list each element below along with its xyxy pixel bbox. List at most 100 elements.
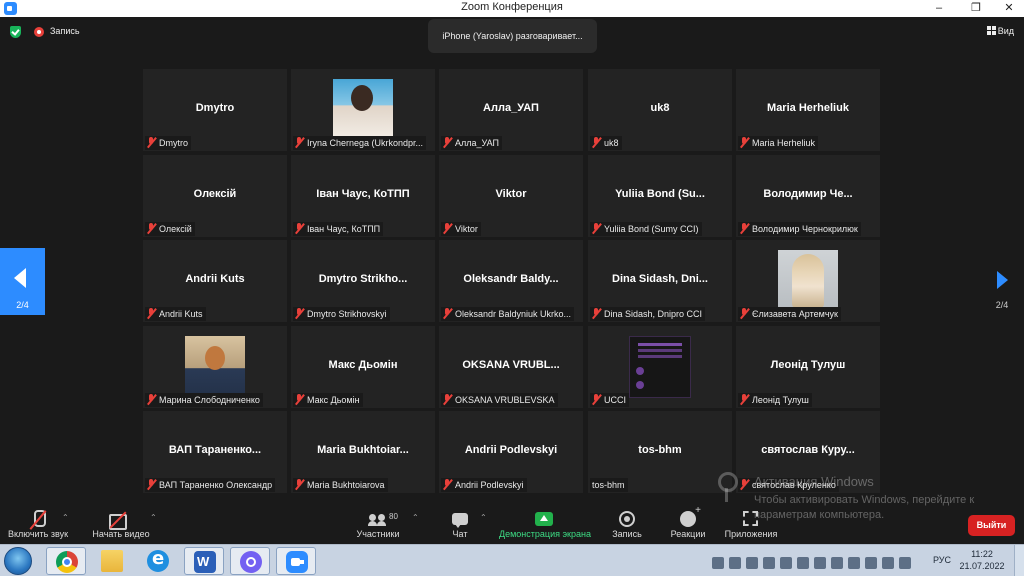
participant-tile[interactable]: Dmytro Strikho... Dmytro Strikhovskyi [291,240,435,322]
recording-icon[interactable] [34,27,44,37]
encryption-shield-icon[interactable] [10,26,21,38]
start-button[interactable] [4,547,32,575]
mic-muted-icon [592,223,601,234]
participant-tile[interactable]: Марина Слободниченко [143,326,287,408]
audio-options-caret-icon[interactable]: ⌃ [62,513,69,522]
show-desktop-button[interactable] [1014,545,1024,576]
zoom-icon [286,551,308,573]
tray-app-icon[interactable] [831,556,843,569]
tray-app-icon[interactable] [865,556,877,569]
maximize-button[interactable]: ❐ [961,0,991,17]
minimize-button[interactable]: – [924,0,954,17]
next-page-button[interactable]: 2/4 [984,262,1020,317]
participant-display-name: ВАП Тараненко... [168,444,262,456]
participant-name: Володимир Чернокрилюк [752,224,858,234]
language-indicator[interactable]: РУС [933,555,951,565]
tray-app-icon[interactable] [746,556,758,569]
tray-app-icon[interactable] [848,556,860,569]
tray-app-icon[interactable] [797,556,809,569]
participant-tile[interactable]: Maria Herheliuk Maria Herheliuk [736,69,880,151]
participant-tile[interactable]: Макс Дьомін Макс Дьомін [291,326,435,408]
taskbar-explorer[interactable] [92,547,132,575]
participant-tile[interactable]: Oleksandr Baldy... Oleksandr Baldyniuk Uk… [439,240,583,322]
participant-tile[interactable]: Володимир Че... Володимир Чернокрилюк [736,155,880,237]
participant-tile[interactable]: Maria Bukhtoiar... Maria Bukhtoiarova [291,411,435,493]
mic-muted-icon [740,394,749,405]
participant-tile[interactable]: Dina Sidash, Dni... Dina Sidash, Dnipro C… [588,240,732,322]
leave-button[interactable]: Выйти [968,515,1015,536]
participant-name-label: Володимир Чернокрилюк [738,222,861,236]
reactions-icon [680,505,701,527]
record-label: Запись [612,529,642,539]
chat-options-caret-icon[interactable]: ⌃ [480,513,487,522]
previous-page-button[interactable]: 2/4 [0,248,45,315]
participant-tile[interactable]: ВАП Тараненко... ВАП Тараненко Олександр [143,411,287,493]
participant-name-label: ВАП Тараненко Олександр [145,478,276,492]
participant-name-label: Алла_УАП [441,136,503,150]
participant-name-label: Макс Дьомін [293,393,363,407]
view-button[interactable]: Вид [986,26,1014,36]
participant-display-name: uk8 [650,102,670,114]
clock[interactable]: 11:22 21.07.2022 [958,548,1006,572]
mic-muted-icon [295,223,304,234]
participant-display-name: Володимир Че... [763,188,853,200]
participant-name: Viktor [455,224,478,234]
participant-name-label: uk8 [590,136,622,150]
participant-tile[interactable]: Єлизавета Артемчук [736,240,880,322]
mic-muted-icon [443,479,452,490]
participant-name-label: Dmytro Strikhovskyi [293,307,390,321]
internet-explorer-icon [147,548,169,572]
participant-name: Dmytro Strikhovskyi [307,309,387,319]
taskbar-zoom[interactable] [276,547,316,575]
participant-tile[interactable]: Dmytro Dmytro [143,69,287,151]
taskbar-viber[interactable] [230,547,270,575]
tray-app-icon[interactable] [882,556,894,569]
participant-tile[interactable]: UCCI [588,326,732,408]
participant-name: Dina Sidash, Dnipro CCI [604,309,703,319]
title-bar: Zoom Конференция – ❐ ✕ [0,0,1024,17]
participant-tile[interactable]: Andrii Kuts Andrii Kuts [143,240,287,322]
taskbar-chrome[interactable] [46,547,86,575]
participant-display-name: Oleksandr Baldy... [463,273,559,285]
record-icon [619,511,635,527]
arrow-right-icon [997,271,1008,289]
network-icon[interactable] [899,556,911,569]
tray-app-icon[interactable] [763,556,775,569]
chat-icon [452,513,468,528]
participant-name-label: Oleksandr Baldyniuk Ukrko... [441,307,575,321]
participant-tile[interactable]: uk8 uk8 [588,69,732,151]
taskbar-word[interactable] [184,547,224,575]
participant-tile[interactable]: Yuliia Bond (Su... Yuliia Bond (Sumy CCI) [588,155,732,237]
participant-tile[interactable]: Іван Чаус, КоТПП Іван Чаус, КоТПП [291,155,435,237]
participant-tile[interactable]: Andrii Podlevskyi Andrii Podlevskyi [439,411,583,493]
participant-tile[interactable]: Iryna Chernega (Ukrkondpr... [291,69,435,151]
participant-tile[interactable]: Леонід Тулуш Леонід Тулуш [736,326,880,408]
participant-tile[interactable]: tos-bhm tos-bhm [588,411,732,493]
participant-name: tos-bhm [592,480,625,490]
participant-name-label: Леонід Тулуш [738,393,812,407]
key-icon [716,472,738,502]
mic-muted-icon [295,308,304,319]
participant-name: UCCI [604,395,626,405]
participant-name-label: Andrii Kuts [145,307,206,321]
video-off-icon [109,513,131,530]
tray-app-icon[interactable] [814,556,826,569]
participant-tile[interactable]: OKSANA VRUBL... OKSANA VRUBLEVSKA [439,326,583,408]
video-options-caret-icon[interactable]: ⌃ [150,513,157,522]
participant-name: Maria Bukhtoiarova [307,480,385,490]
participant-name: uk8 [604,138,619,148]
close-button[interactable]: ✕ [994,0,1024,17]
tray-app-icon[interactable] [780,556,792,569]
taskbar-internet-explorer[interactable] [138,547,178,575]
view-label: Вид [997,26,1014,36]
participant-tile[interactable]: Viktor Viktor [439,155,583,237]
tray-app-icon[interactable] [712,556,724,569]
participant-tile[interactable]: Алла_УАП Алла_УАП [439,69,583,151]
participant-display-name: Dmytro Strikho... [318,273,408,285]
participant-tile[interactable]: Олексій Олексій [143,155,287,237]
mic-muted-icon [443,137,452,148]
chat-label: Чат [452,529,468,539]
tray-app-icon[interactable] [729,556,741,569]
participant-name-label: Yuliia Bond (Sumy CCI) [590,222,702,236]
participants-options-caret-icon[interactable]: ⌃ [412,513,419,522]
